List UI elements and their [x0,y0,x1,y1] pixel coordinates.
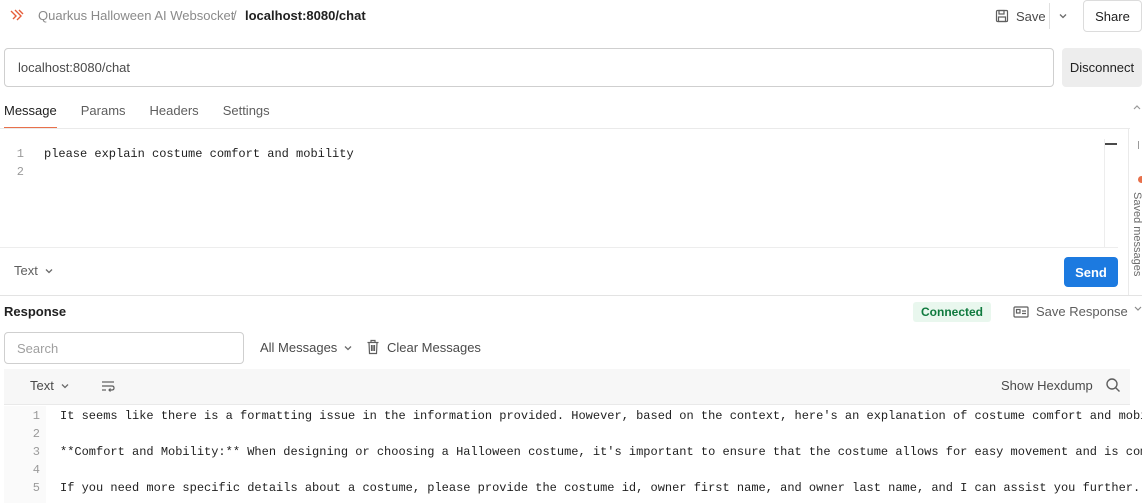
breadcrumb-request-name[interactable]: localhost:8080/chat [245,8,366,23]
tab-message[interactable]: Message [4,103,57,129]
chevron-down-icon [61,383,69,388]
rail-handle-icon [1138,141,1141,149]
response-options-icon[interactable] [1134,304,1142,312]
line-number: 2 [16,165,24,179]
response-format-label: Text [30,378,54,393]
status-badge: Connected [913,302,992,322]
response-line: **Comfort and Mobility:** When designing… [60,445,1142,459]
tab-headers[interactable]: Headers [150,103,199,128]
message-filter-label: All Messages [260,340,338,355]
line-number: 3 [32,445,40,459]
editor-scroll-thumb[interactable] [1105,143,1117,145]
response-line: If you need more specific details about … [60,481,1141,495]
save-response-label: Save Response [1036,304,1128,319]
share-button[interactable]: Share [1083,0,1142,32]
collapse-icon[interactable] [1133,103,1141,111]
tabs-divider [0,128,1130,129]
editor-scrollbar[interactable] [1104,139,1118,247]
disconnect-button[interactable]: Disconnect [1062,48,1142,87]
line-number: 5 [32,481,40,495]
breadcrumb-separator: / [233,8,237,23]
chevron-down-icon [1059,14,1067,19]
message-type-select[interactable]: Text [14,263,54,278]
editor-divider [0,247,1118,248]
save-button[interactable]: Save [989,3,1049,29]
breadcrumb-collection[interactable]: Quarkus Halloween AI Websocket [38,8,234,23]
section-divider [0,295,1142,296]
line-number: 1 [32,409,40,423]
request-tabs: Message Params Headers Settings [4,103,270,129]
response-toolbar [4,369,1130,405]
save-response-icon [1013,305,1029,319]
response-line: It seems like there is a formatting issu… [60,409,1142,423]
line-number: 1 [16,147,24,161]
tab-settings[interactable]: Settings [223,103,270,128]
clear-messages-label: Clear Messages [387,339,481,355]
editor-line: please explain costume comfort and mobil… [44,147,354,161]
message-editor[interactable]: 1 please explain costume comfort and mob… [4,139,1104,247]
save-label: Save [1016,8,1046,24]
response-title: Response [4,304,67,319]
chevron-down-icon [344,345,352,350]
websocket-icon [9,8,25,24]
message-type-label: Text [14,263,38,278]
url-input[interactable] [4,48,1054,87]
show-hexdump-button[interactable]: Show Hexdump [1001,378,1093,393]
trash-icon [366,339,380,355]
save-icon [995,9,1009,23]
chevron-down-icon [45,268,53,273]
wrap-lines-icon[interactable] [100,378,116,394]
message-search-input[interactable] [4,332,244,364]
line-number: 2 [32,427,40,441]
save-options-button[interactable] [1049,3,1076,29]
tab-params[interactable]: Params [81,103,126,128]
search-icon[interactable] [1105,377,1121,393]
saved-messages-label[interactable]: Saved messages [1131,192,1142,288]
message-filter-select[interactable]: All Messages [260,340,353,355]
clear-messages-button[interactable]: Clear Messages [366,339,481,355]
response-body[interactable]: 1 It seems like there is a formatting is… [4,406,1142,503]
line-number: 4 [32,463,40,477]
save-response-button[interactable]: Save Response [1013,304,1128,319]
response-format-select[interactable]: Text [30,378,70,393]
send-button[interactable]: Send [1064,257,1118,287]
notification-dot [1138,176,1142,183]
